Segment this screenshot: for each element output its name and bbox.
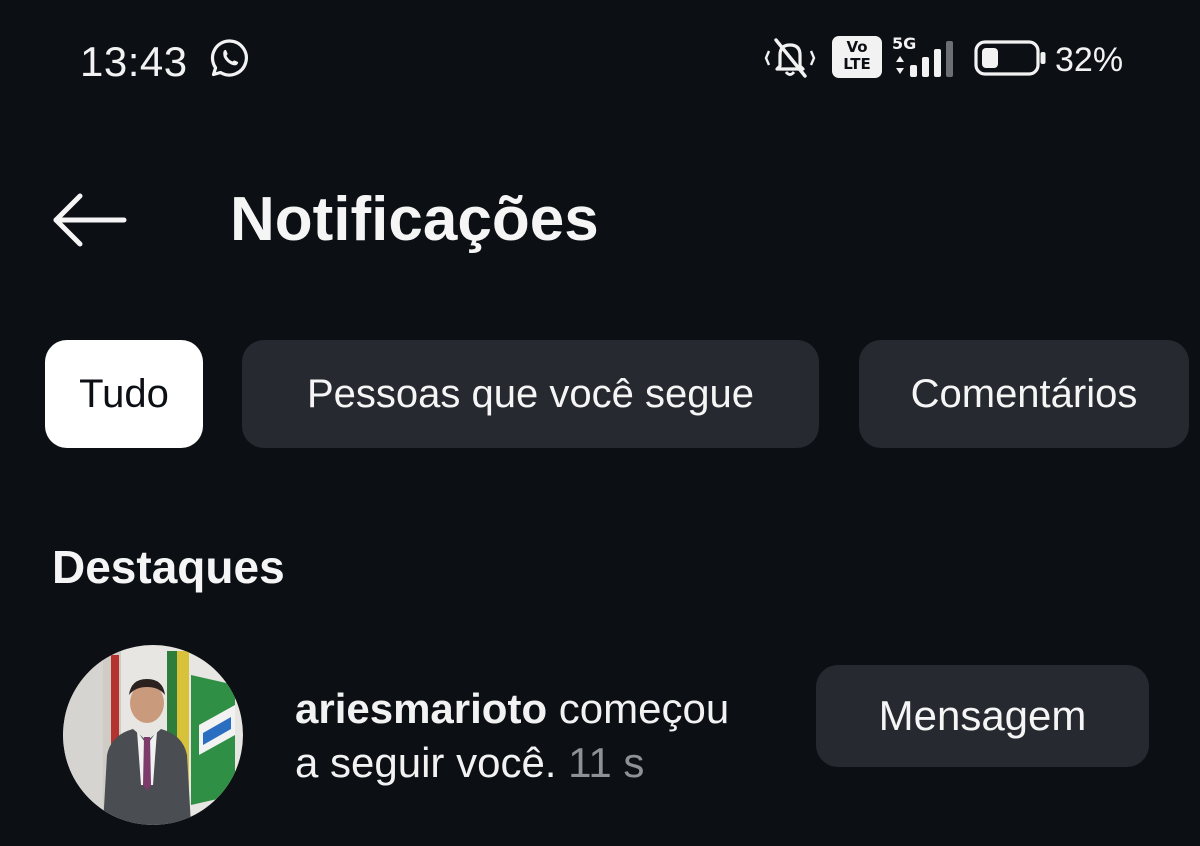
filter-chip-all[interactable]: Tudo	[45, 340, 203, 448]
volte-icon: Vo LTE	[832, 36, 882, 78]
battery-percent: 32%	[1055, 41, 1124, 79]
mute-icon	[764, 38, 816, 78]
notification-text: ariesmarioto começou a seguir você. 11 s	[295, 682, 795, 790]
signal-icon	[896, 41, 953, 77]
back-arrow-icon[interactable]	[50, 188, 130, 252]
battery-icon	[974, 40, 1046, 76]
battery-fill	[982, 48, 998, 68]
section-title-highlights: Destaques	[52, 541, 285, 593]
avatar[interactable]	[63, 645, 243, 825]
notification-action-text: começou	[547, 685, 730, 732]
volte-top-label: Vo	[846, 38, 868, 56]
notification-username[interactable]: ariesmarioto	[295, 685, 547, 732]
whatsapp-icon	[210, 39, 248, 77]
volte-bottom-label: LTE	[843, 55, 871, 73]
filter-chip-following[interactable]: Pessoas que você segue	[242, 340, 819, 448]
status-time: 13:43	[80, 38, 188, 85]
notification-timestamp: 11 s	[568, 739, 645, 786]
message-button[interactable]: Mensagem	[816, 665, 1149, 767]
status-bar: 13:43 Vo LTE 5G 32%	[0, 0, 1200, 120]
filter-chip-comments[interactable]: Comentários	[859, 340, 1189, 448]
page-title: Notificações	[230, 185, 599, 254]
notification-action-text-continued: a seguir você.	[295, 739, 557, 786]
